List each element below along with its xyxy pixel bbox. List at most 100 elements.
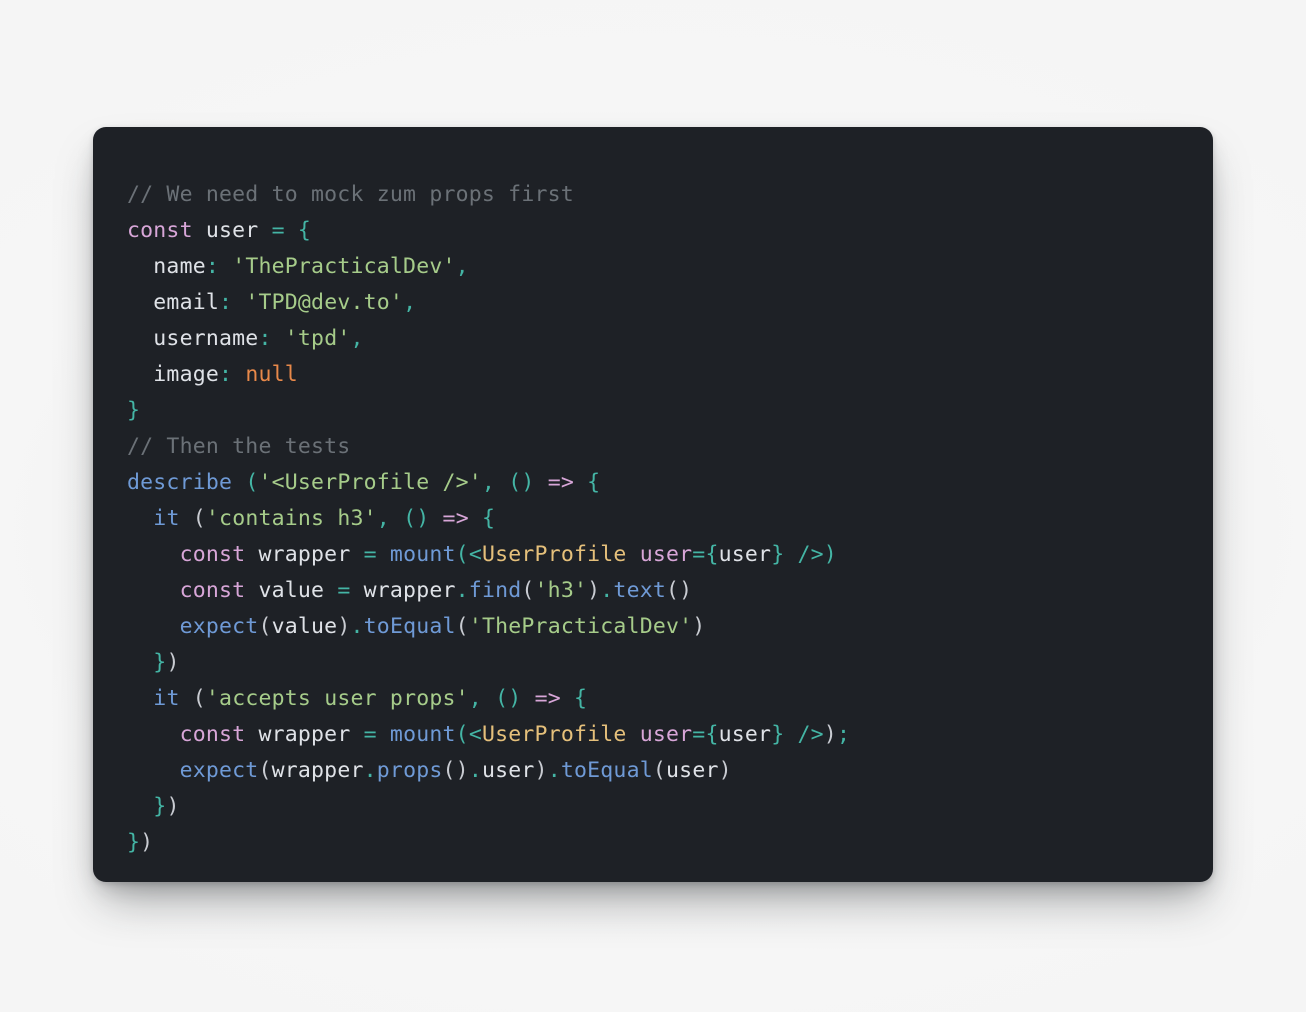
code-token-plain: image (127, 361, 220, 387)
code-line: } (127, 393, 1179, 429)
code-token-string: 'accepts user props' (205, 685, 469, 711)
code-token-func: toEqual (560, 757, 653, 783)
code-token-string: 'contains h3' (205, 505, 377, 531)
code-token-punc: : (258, 325, 272, 351)
code-token-punc: ) (823, 541, 837, 567)
code-token-paren: ( (192, 685, 206, 711)
code-token-punc: : (219, 361, 233, 387)
code-token-op: = (692, 721, 706, 747)
code-token-punc: () (403, 505, 430, 531)
code-token-dot: . (363, 757, 377, 783)
code-token-punc: , (350, 325, 364, 351)
code-token-func: mount (389, 721, 456, 747)
code-block[interactable]: // We need to mock zum props first const … (127, 177, 1179, 861)
code-token-func: it (153, 685, 180, 711)
code-line: describe ('<UserProfile />', () => { (127, 465, 1179, 501)
code-line: expect(wrapper.props().user).toEqual(use… (127, 753, 1179, 789)
code-token-plain: user (718, 721, 772, 747)
code-token-punc: , (376, 505, 390, 531)
code-token-punc: < (468, 721, 482, 747)
code-token-paren: ( (258, 613, 272, 639)
code-token-punc: { (574, 685, 588, 711)
code-token-punc: /> (797, 541, 824, 567)
code-token-keyword: => (442, 505, 469, 531)
code-token-punc: ( (245, 469, 259, 495)
code-line: }) (127, 645, 1179, 681)
code-token-plain: user (718, 541, 772, 567)
code-token-paren: ( (652, 757, 667, 783)
code-token-punc: , (403, 289, 417, 315)
code-token-punc: } (127, 829, 141, 855)
code-token-plain: value (245, 577, 338, 603)
code-token-tag: UserProfile (481, 721, 627, 747)
code-token-punc: { (587, 469, 601, 495)
code-token-paren: () (442, 757, 469, 783)
code-token-func: toEqual (363, 613, 456, 639)
code-token-punc: { (297, 217, 312, 243)
code-token-func: expect (179, 613, 259, 639)
code-token-keyword: const (127, 217, 193, 243)
code-token-op: = (363, 541, 377, 567)
code-token-paren: ( (455, 613, 469, 639)
code-token-attr: user (639, 721, 693, 747)
code-token-comment: // Then the tests (127, 433, 351, 459)
code-token-paren: ( (192, 505, 206, 531)
code-token-func: find (468, 577, 522, 603)
code-line: expect(value).toEqual('ThePracticalDev') (127, 609, 1179, 645)
code-token-punc: , (455, 253, 469, 279)
code-token-plain: username (127, 325, 259, 351)
code-token-attr: user (639, 541, 693, 567)
code-token-punc: { (482, 505, 496, 531)
code-line: }) (127, 789, 1179, 825)
code-token-plain: user (192, 217, 272, 243)
code-token-op: = (337, 577, 351, 603)
code-token-paren: ) (823, 721, 837, 747)
code-token-func: it (153, 505, 180, 531)
code-line: const wrapper = mount(<UserProfile user=… (127, 537, 1179, 573)
code-line: }) (127, 825, 1179, 861)
code-token-punc: () (495, 685, 522, 711)
code-token-punc: { (705, 541, 719, 567)
code-token-paren: ) (718, 757, 732, 783)
code-token-dot: . (455, 577, 469, 603)
code-token-punc: : (219, 289, 233, 315)
code-token-func: describe (127, 469, 233, 495)
code-line: email: 'TPD@dev.to', (127, 285, 1179, 321)
code-token-paren: ) (140, 829, 154, 855)
code-token-plain: name (127, 253, 206, 279)
code-token-func: props (376, 757, 443, 783)
code-token-op: = (363, 721, 377, 747)
code-line: // Then the tests (127, 429, 1179, 465)
code-token-punc: ( (455, 721, 469, 747)
code-token-paren: ) (534, 757, 548, 783)
code-token-string: 'tpd' (284, 325, 351, 351)
code-token-paren: ( (521, 577, 535, 603)
code-token-op: = (271, 217, 285, 243)
code-token-punc: } (127, 397, 141, 423)
code-token-func: expect (179, 757, 259, 783)
code-token-func: text (613, 577, 666, 603)
code-token-string: '<UserProfile />' (258, 469, 482, 495)
code-token-punc: } (771, 721, 785, 747)
code-line: name: 'ThePracticalDev', (127, 249, 1179, 285)
